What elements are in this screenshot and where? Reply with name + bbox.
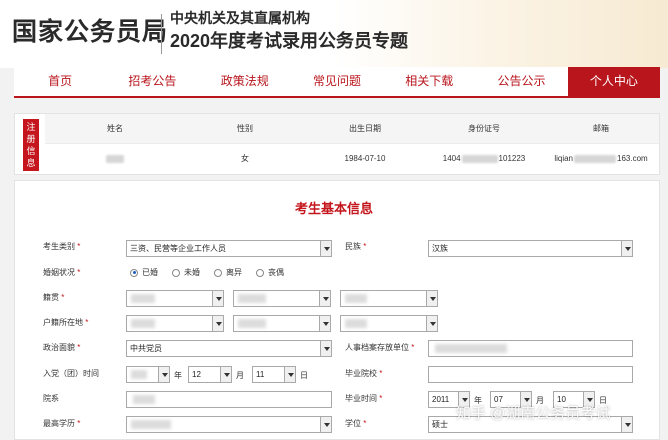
registration-info-tag: 注册信息 (23, 119, 39, 171)
chevron-down-icon (426, 291, 437, 306)
label-ethnicity: 民族 * (345, 242, 367, 251)
nav-downloads[interactable]: 相关下载 (383, 67, 475, 96)
header-sub-title: 中央机关及其直属机构 (170, 10, 310, 26)
nav-personal-center[interactable]: 个人中心 (567, 67, 660, 96)
hukou-city-select[interactable] (233, 315, 331, 332)
join-day-select[interactable]: 11 (252, 366, 296, 383)
label-hukou: 户籍所在地 * (43, 318, 89, 327)
page: 国家公务员局 中央机关及其直属机构 2020年度考试录用公务员专题 首页 招考公… (0, 0, 668, 440)
chevron-down-icon (319, 291, 330, 306)
label-candidate-type: 考生类别 * (43, 242, 81, 251)
info-head-email: 邮箱 (543, 114, 659, 144)
candidate-type-select[interactable]: 三资、民营等企业工作人员 (126, 240, 332, 257)
email-suffix: 163.com (617, 154, 648, 163)
unit-day: 日 (300, 371, 308, 380)
info-val-email: liqian 163.com (543, 144, 659, 174)
info-col-email: 邮箱 liqian 163.com (543, 114, 659, 174)
info-col-name: 姓名 (45, 114, 185, 174)
chevron-down-icon (426, 316, 437, 331)
nav-recruit-notice[interactable]: 招考公告 (106, 67, 198, 96)
politics-select[interactable]: 中共党员 (126, 340, 332, 357)
label-archive-unit: 人事档案存放单位 * (345, 343, 415, 352)
unit-month: 月 (236, 371, 244, 380)
hukou-province-select[interactable] (126, 315, 224, 332)
chevron-down-icon (621, 417, 632, 432)
archive-unit-input[interactable] (428, 340, 633, 357)
marital-radio-single[interactable]: 未婚 (172, 267, 200, 278)
label-native-place: 籍贯 * (43, 293, 65, 302)
unit-year: 年 (174, 371, 182, 380)
chevron-down-icon (320, 341, 331, 356)
org-name: 国家公务员局 (12, 18, 169, 46)
info-col-id: 身份证号 1404 101223 (425, 114, 543, 174)
native-county-select[interactable] (340, 290, 438, 307)
chevron-down-icon (284, 367, 295, 382)
chevron-down-icon (319, 316, 330, 331)
info-head-birth: 出生日期 (305, 114, 425, 144)
join-month-select[interactable]: 12 (188, 366, 232, 383)
watermark: 知乎 @湖南公务员考试 (456, 405, 611, 422)
label-politics: 政治面貌 * (43, 343, 81, 352)
marital-radio-widowed[interactable]: 丧偶 (256, 267, 284, 278)
info-col-birth: 出生日期 1984-07-10 (305, 114, 425, 174)
nav-policy[interactable]: 政策法规 (199, 67, 291, 96)
id-prefix: 1404 (442, 154, 461, 163)
chevron-down-icon (320, 417, 331, 432)
chevron-down-icon (220, 367, 231, 382)
chevron-down-icon (158, 367, 169, 382)
info-head-gender: 性别 (185, 114, 305, 144)
label-join-time: 入党（团）时间 (43, 369, 99, 378)
info-head-name: 姓名 (45, 114, 185, 144)
info-val-birth: 1984-07-10 (344, 154, 386, 163)
header-main-title: 2020年度考试录用公务员专题 (170, 31, 409, 51)
chevron-down-icon (320, 241, 331, 256)
form-title: 考生基本信息 (294, 201, 373, 216)
label-degree: 学位 * (345, 419, 367, 428)
school-input[interactable] (428, 366, 633, 383)
info-val-id: 1404 101223 (425, 144, 543, 174)
site-header: 国家公务员局 中央机关及其直属机构 2020年度考试录用公务员专题 (0, 0, 668, 68)
label-school: 毕业院校 * (345, 369, 383, 378)
info-head-id: 身份证号 (425, 114, 543, 144)
hukou-county-select[interactable] (340, 315, 438, 332)
native-province-select[interactable] (126, 290, 224, 307)
email-prefix: liqian (554, 154, 573, 163)
nav-faq[interactable]: 常见问题 (291, 67, 383, 96)
label-grad-time: 毕业时间 * (345, 394, 383, 403)
label-department: 院系 (43, 394, 59, 403)
registration-info-bar: 注册信息 姓名 性别 女 出生日期 1984-07-10 身份证号 1404 10… (14, 113, 660, 175)
marital-radio-divorced[interactable]: 离异 (214, 267, 242, 278)
nav-announcements[interactable]: 公告公示 (475, 67, 567, 96)
chevron-down-icon (212, 316, 223, 331)
marital-radio-group: 已婚 未婚 离异 丧偶 (130, 267, 284, 278)
id-suffix: 101223 (498, 154, 526, 163)
main-nav: 首页 招考公告 政策法规 常见问题 相关下载 公告公示 个人中心 (14, 67, 660, 98)
label-marital: 婚姻状况 * (43, 268, 81, 277)
chevron-down-icon (621, 241, 632, 256)
native-city-select[interactable] (233, 290, 331, 307)
chevron-down-icon (212, 291, 223, 306)
info-val-name (45, 144, 185, 174)
nav-home[interactable]: 首页 (14, 67, 106, 96)
header-divider (161, 14, 162, 54)
department-input[interactable] (126, 391, 332, 408)
info-col-gender: 性别 女 (185, 114, 305, 174)
ethnicity-select[interactable]: 汉族 (428, 240, 633, 257)
info-val-gender: 女 (241, 154, 249, 163)
education-select[interactable] (126, 416, 332, 433)
join-year-select[interactable] (126, 366, 170, 383)
label-education: 最高学历 * (43, 419, 81, 428)
marital-radio-married[interactable]: 已婚 (130, 267, 158, 278)
